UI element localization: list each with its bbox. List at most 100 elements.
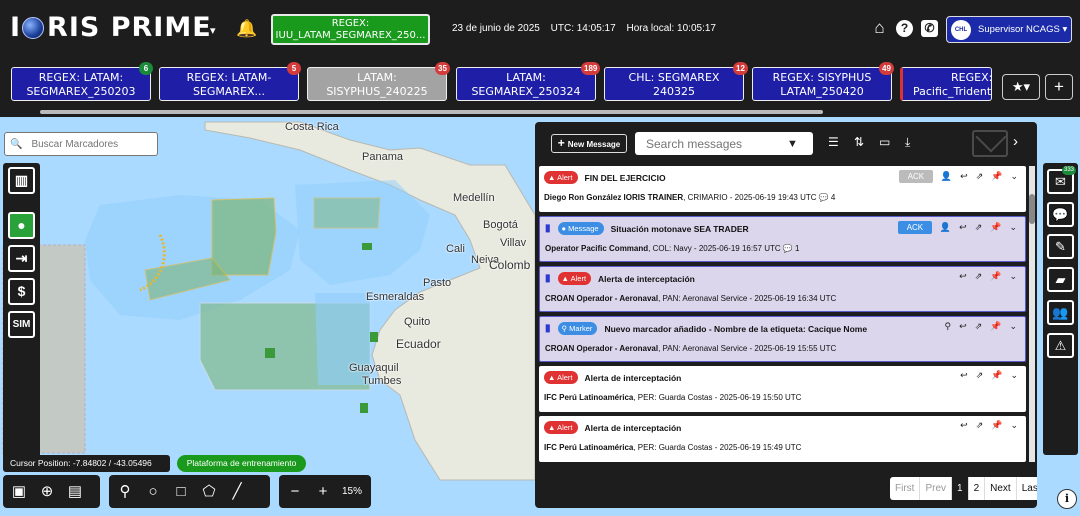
pin-icon[interactable]: 📌 [990,222,1001,233]
messages-icon[interactable]: ✉ 333 [1047,166,1076,194]
pin-icon[interactable]: 📌 [991,171,1002,182]
filter-icon[interactable]: ▼ [787,138,798,150]
pin-icon[interactable]: 📌 [991,420,1002,431]
zoom-out-button[interactable]: − [282,479,308,505]
favorites-button[interactable]: ★▾ [1002,74,1040,100]
marker-search-box[interactable]: 🔍 [4,132,158,156]
page-1-button[interactable]: 1 [952,477,969,500]
map-layers-icon[interactable]: ▥ [8,167,35,194]
id-card-icon[interactable]: ▭ [879,135,890,149]
logo-menu-caret-icon[interactable]: ▾ [210,24,216,37]
message-list[interactable]: ▲ Alert FIN DEL EJERCICIO Diego Ron Gonz… [539,166,1026,464]
phone-icon[interactable]: ✆ [921,20,938,37]
download-icon[interactable]: ⤓ [905,135,910,150]
import-icon[interactable]: ⇥ [8,245,35,272]
draw-line-icon[interactable]: ╱ [224,479,250,505]
message-item[interactable]: ▲ Alert FIN DEL EJERCICIO Diego Ron Gonz… [539,166,1026,212]
message-search-input[interactable] [635,136,787,151]
tab-scrollbar[interactable] [40,110,823,114]
tab-regex-latam-segmarex[interactable]: REGEX: LATAM- SEGMAREX... [159,67,299,101]
bookmark-icon[interactable]: ▮ [545,273,551,284]
assign-user-icon[interactable]: 👤 [941,171,952,182]
ack-button[interactable]: ACK [898,170,933,183]
draw-polygon-icon[interactable]: ⬠ [196,479,222,505]
draw-circle-icon[interactable]: ○ [140,479,166,505]
share-icon[interactable]: ⇗ [976,171,984,182]
message-item[interactable]: ▲ Alert Alerta de interceptación IFC Per… [539,416,1026,462]
page-last-button[interactable]: Last [1017,477,1037,500]
reply-icon[interactable]: ↩ [959,271,967,282]
tab-latam-segmarex-250324[interactable]: LATAM: SEGMAREX_250324 [456,67,596,101]
edit-document-icon[interactable]: ✎ [1047,234,1074,259]
crosshair-icon[interactable]: ⊕ [34,479,60,505]
info-icon[interactable]: i [1057,489,1077,509]
message-item[interactable]: ▲ Alert Alerta de interceptación IFC Per… [539,366,1026,412]
pin-icon[interactable]: 📌 [991,370,1002,381]
map-marker-icon[interactable]: ● [8,212,35,239]
share-icon[interactable]: ⇗ [976,420,984,431]
draw-pin-icon[interactable]: ⚲ [112,479,138,505]
message-search-box[interactable]: ▼ [635,132,813,155]
share-icon[interactable]: ⇗ [975,222,983,233]
pin-icon[interactable]: 📌 [990,321,1001,332]
bookmark-icon[interactable]: ▮ [545,223,551,234]
share-icon[interactable]: ⇗ [976,370,984,381]
reply-icon[interactable]: ↩ [959,321,967,332]
chat-icon[interactable]: 💬 [1047,202,1074,227]
reply-icon[interactable]: ↩ [959,222,967,233]
add-tab-button[interactable]: + [1045,74,1073,100]
tab-chl-segmarex-240325[interactable]: CHL: SEGMAREX 240325 [604,67,744,101]
share-icon[interactable]: ⇗ [975,271,983,282]
bell-icon[interactable]: 🔔 [236,19,257,39]
reply-icon[interactable]: ↩ [960,171,968,182]
message-item[interactable]: ▮ ● Message Situación motonave SEA TRADE… [539,216,1026,262]
new-message-button[interactable]: + New Message [551,134,627,153]
message-item[interactable]: ▮ ⚲ Marker Nuevo marcador añadido - Nomb… [539,316,1026,362]
tab-regex-latam-segmarex-250203[interactable]: REGEX: LATAM: SEGMAREX_250203 [11,67,151,101]
message-list-scrollbar[interactable] [1029,166,1035,462]
ioris-logo[interactable]: I RIS PRIME [10,12,212,43]
message-item[interactable]: ▮ ▲ Alert Alerta de interceptación CROAN… [539,266,1026,312]
page-2-button[interactable]: 2 [969,477,986,500]
help-icon[interactable]: ? [896,20,913,37]
bookmark-icon[interactable]: ▮ [545,323,551,334]
map-label-guayaquil: Guayaquil [349,362,399,374]
user-menu-button[interactable]: CHL Supervisor NCAGS ▾ [946,16,1072,43]
folder-icon[interactable]: ▰ [1047,267,1074,292]
reply-icon[interactable]: ↩ [960,420,968,431]
page-next-button[interactable]: Next [985,477,1017,500]
page-prev-button[interactable]: Prev [920,477,953,500]
chevron-down-icon[interactable]: ⌄ [1009,321,1017,332]
chevron-down-icon[interactable]: ⌄ [1009,271,1017,282]
ack-button[interactable]: ACK [897,221,932,234]
home-icon[interactable]: ⌂ [871,19,888,37]
chevron-right-icon[interactable]: › [1013,133,1018,150]
dollar-icon[interactable]: $ [8,278,35,305]
active-regex-button[interactable]: REGEX: IUU_LATAM_SEGMAREX_250... [271,14,430,45]
chevron-down-icon[interactable]: ⌄ [1010,171,1018,182]
tab-regex-sisyphus-latam-250420[interactable]: REGEX: SISYPHUS LATAM_250420 [752,67,892,101]
chevron-down-icon[interactable]: ⌄ [1010,370,1018,381]
chevron-down-icon[interactable]: ⌄ [1009,222,1017,233]
page-first-button[interactable]: First [890,477,921,500]
sort-icon[interactable]: ⇅ [854,135,864,149]
reply-icon[interactable]: ↩ [960,370,968,381]
zoom-in-button[interactable]: + [310,479,336,505]
tab-latam-sisyphus-240225[interactable]: LATAM: SISYPHUS_240225 [307,67,447,101]
scrollbar-thumb[interactable] [1029,194,1035,224]
assign-user-icon[interactable]: 👤 [940,222,951,233]
image-icon[interactable]: ▣ [6,479,32,505]
list-icon[interactable]: ☰ [828,135,839,149]
users-icon[interactable]: 👥 [1047,300,1074,325]
message-header-line: ▮ ● Message Situación motonave SEA TRADE… [545,222,749,235]
sim-button[interactable]: SIM [8,311,35,338]
map-pin-icon[interactable]: ⚲ [945,321,952,332]
tab-regex-pacific-trident[interactable]: REGEX:Pacific_Trident_2 [900,67,992,101]
camera-icon[interactable]: ▤ [62,479,88,505]
share-icon[interactable]: ⇗ [975,321,983,332]
pin-icon[interactable]: 📌 [990,271,1001,282]
warning-icon[interactable]: ⚠ [1047,333,1074,358]
draw-square-icon[interactable]: □ [168,479,194,505]
chevron-down-icon[interactable]: ⌄ [1010,420,1018,431]
marker-search-input[interactable] [31,138,150,150]
